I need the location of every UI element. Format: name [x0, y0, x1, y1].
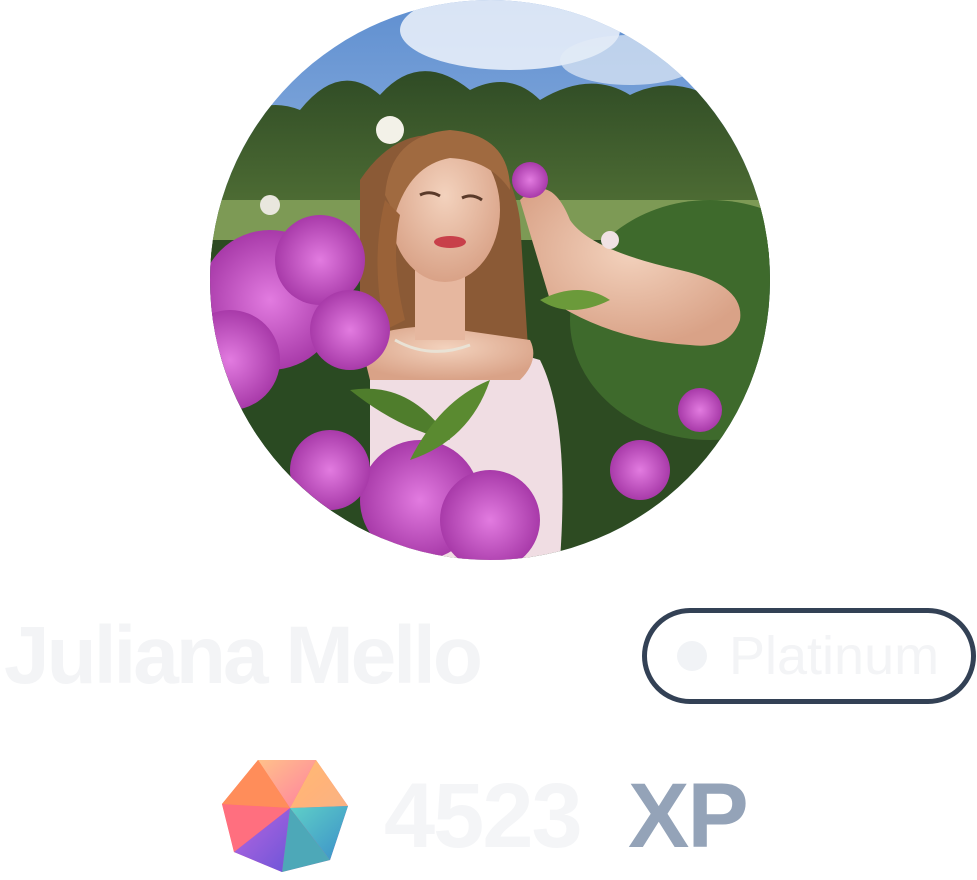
xp-unit-label: XP [628, 765, 749, 867]
gem-icon [220, 756, 350, 874]
status-dot-icon [677, 641, 707, 671]
tier-badge[interactable]: Platinum [642, 608, 976, 704]
avatar-photo [210, 0, 770, 560]
profile-name: Juliana Mello [4, 610, 483, 701]
xp-value: 4523 [384, 765, 583, 867]
profile-avatar [210, 0, 770, 560]
tier-label: Platinum [729, 626, 940, 686]
